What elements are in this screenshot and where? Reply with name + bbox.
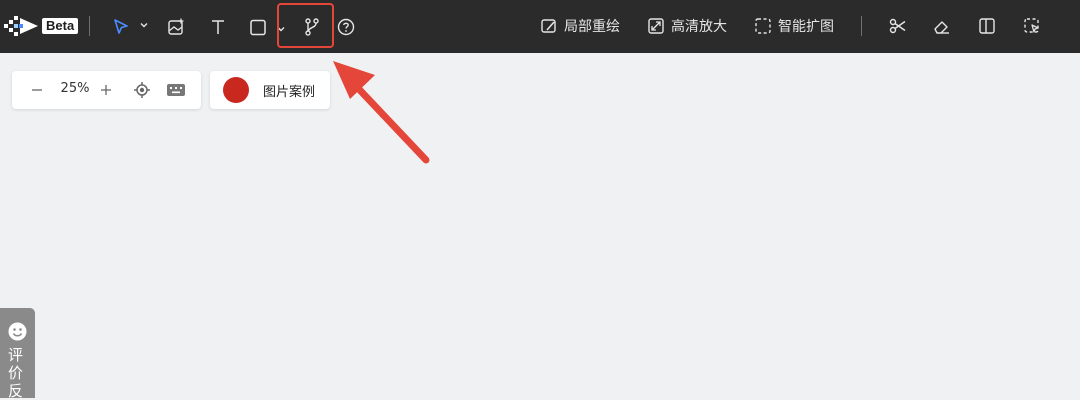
split-view-button[interactable] xyxy=(976,15,998,37)
keyboard-button[interactable] xyxy=(166,80,186,100)
scissors-icon xyxy=(889,18,906,34)
help-button[interactable] xyxy=(333,14,359,40)
outpaint-button[interactable]: 智能扩图 xyxy=(754,14,834,38)
zoom-in-button[interactable] xyxy=(96,80,116,100)
keyboard-icon xyxy=(167,84,185,96)
beta-badge: Beta xyxy=(42,18,79,34)
highlight-box xyxy=(277,3,334,48)
upscale-label: 高清放大 xyxy=(671,19,727,35)
inpaint-label: 局部重绘 xyxy=(564,19,620,35)
expand-icon xyxy=(648,18,664,34)
logo-mark-icon xyxy=(4,16,38,36)
help-icon xyxy=(337,18,355,36)
divider xyxy=(861,16,862,36)
zoom-out-button[interactable] xyxy=(27,80,47,100)
image-add-button[interactable] xyxy=(163,14,189,40)
smiley-icon xyxy=(8,322,27,341)
pointer-tool-button[interactable] xyxy=(108,14,134,40)
inpaint-button[interactable]: 局部重绘 xyxy=(540,14,620,38)
app-logo[interactable]: Beta xyxy=(4,14,79,38)
outpaint-label: 智能扩图 xyxy=(778,19,834,35)
text-icon xyxy=(212,20,224,34)
select-edit-button[interactable] xyxy=(1021,15,1043,37)
feedback-tab[interactable]: 评价反 xyxy=(0,308,35,400)
locate-button[interactable] xyxy=(132,80,152,100)
select-edit-icon xyxy=(1024,18,1039,33)
zoom-controls: 25% xyxy=(12,71,201,109)
text-tool-button[interactable] xyxy=(205,14,231,40)
plus-icon xyxy=(101,85,111,95)
target-icon xyxy=(134,82,150,98)
split-view-icon xyxy=(979,18,995,34)
chevron-down-icon[interactable] xyxy=(139,20,149,30)
minus-icon xyxy=(32,89,42,91)
rectangle-icon xyxy=(250,19,266,36)
upscale-button[interactable]: 高清放大 xyxy=(647,14,727,38)
rectangle-tool-button[interactable] xyxy=(245,14,271,40)
divider xyxy=(89,16,90,36)
inpaint-icon xyxy=(541,19,556,33)
zoom-value: 25% xyxy=(60,81,90,96)
top-toolbar: Beta 局部重绘 高清放大 智能扩图 xyxy=(0,0,1080,53)
dashed-frame-icon xyxy=(755,18,771,34)
scissors-button[interactable] xyxy=(887,15,909,37)
image-add-icon xyxy=(168,18,184,35)
pointer-icon xyxy=(114,19,128,34)
image-examples-label: 图片案例 xyxy=(263,85,316,100)
eraser-button[interactable] xyxy=(931,15,953,37)
example-thumbnail xyxy=(223,77,249,103)
image-examples-button[interactable]: 图片案例 xyxy=(210,71,330,109)
eraser-icon xyxy=(934,21,949,34)
annotation-arrow xyxy=(333,61,430,164)
